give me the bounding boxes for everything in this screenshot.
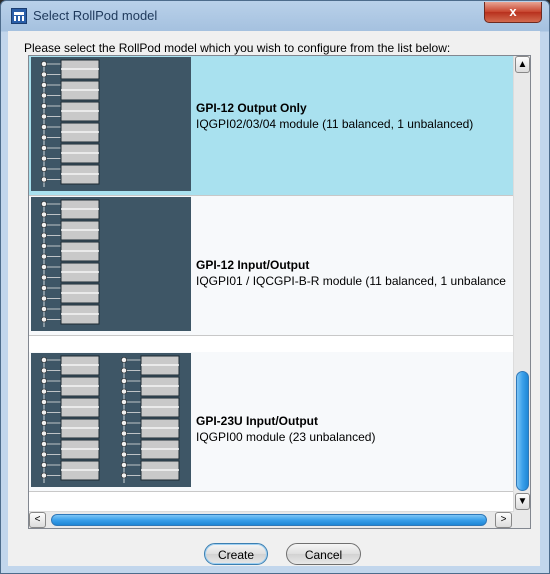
model-description: IQGPI00 module (23 unbalanced)	[196, 430, 376, 444]
scroll-left-button[interactable]: <	[29, 512, 46, 528]
title-bar[interactable]: Select RollPod model x	[1, 1, 549, 31]
scroll-up-button[interactable]: ▲	[515, 56, 530, 73]
horizontal-scrollbar[interactable]: < >	[29, 511, 514, 528]
cancel-button[interactable]: Cancel	[286, 543, 361, 565]
gpi-23u-io-diagram-icon	[31, 353, 191, 487]
model-name: GPI-12 Output Only	[196, 101, 307, 115]
scroll-down-button[interactable]: ▼	[515, 493, 530, 510]
chevron-left-icon: <	[34, 514, 41, 525]
model-name: GPI-12 Input/Output	[196, 258, 310, 272]
create-button[interactable]: Create	[204, 543, 268, 565]
window-title: Select RollPod model	[33, 8, 158, 23]
gpi-12-io-diagram-icon	[31, 197, 191, 331]
close-button[interactable]: x	[484, 2, 542, 23]
scroll-right-button[interactable]: >	[495, 512, 512, 528]
app-icon	[11, 8, 27, 24]
vertical-scroll-thumb[interactable]	[516, 371, 529, 491]
model-name: GPI-23U Input/Output	[196, 414, 318, 428]
chevron-right-icon: >	[500, 514, 507, 525]
gpi-12-output-diagram-icon	[31, 57, 191, 191]
model-description: IQGPI01 / IQCGPI-B-R module (11 balanced…	[196, 274, 506, 288]
model-list-item[interactable]: GPI-12 Input/Output IQGPI01 / IQCGPI-B-R…	[29, 196, 513, 336]
model-list-item[interactable]: GPI-12 Output Only IQGPI02/03/04 module …	[29, 56, 513, 196]
vertical-scrollbar[interactable]: ▲ ▼	[513, 56, 530, 528]
model-list-item[interactable]: GPI-23U Input/Output IQGPI00 module (23 …	[29, 352, 513, 492]
chevron-up-icon: ▲	[517, 59, 528, 70]
model-description: IQGPI02/03/04 module (11 balanced, 1 unb…	[196, 117, 474, 131]
horizontal-scroll-thumb[interactable]	[51, 514, 487, 526]
chevron-down-icon: ▼	[517, 496, 528, 507]
instruction-text: Please select the RollPod model which yo…	[24, 41, 451, 55]
close-icon: x	[509, 4, 517, 19]
model-list[interactable]: GPI-12 Output Only IQGPI02/03/04 module …	[28, 55, 531, 529]
